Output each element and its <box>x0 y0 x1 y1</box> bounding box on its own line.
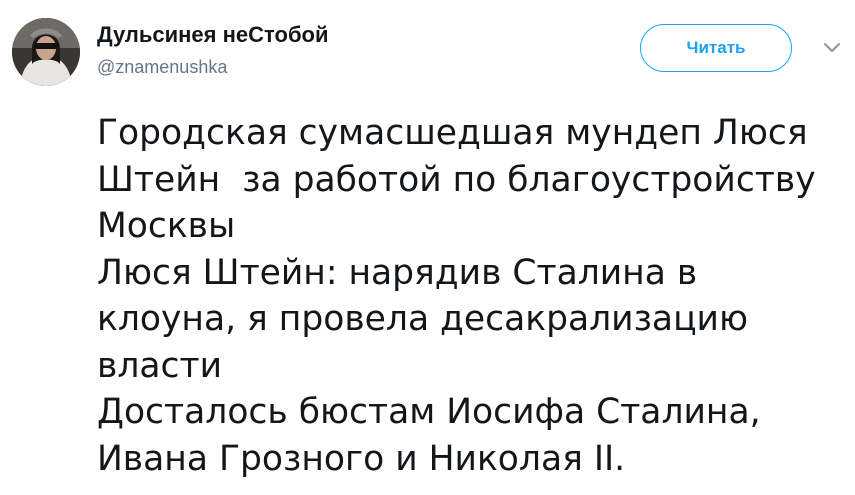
author-handle[interactable]: @znamenushka <box>97 57 227 78</box>
tweet-text-line: Люся Штейн: нарядив Сталина в <box>97 252 698 293</box>
chevron-down-icon[interactable] <box>821 40 843 56</box>
tweet-text-line: Москвы <box>97 206 236 246</box>
avatar[interactable] <box>12 18 80 86</box>
user-avatar-photo-icon <box>12 18 80 86</box>
tweet-text-line: Ивана Грозного и Николая II. <box>97 438 626 479</box>
follow-button[interactable]: Читать <box>640 24 792 72</box>
author-display-name[interactable]: Дульсинея неСтобой <box>97 22 329 48</box>
tweet-text-line: власти <box>97 345 223 386</box>
tweet-text-line: Городская сумасшедшая мундеп Люся <box>97 113 808 153</box>
tweet-text: Городская сумасшедшая мундеп Люся Штейн … <box>97 110 847 482</box>
tweet-text-line: клоуна, я провела десакрализацию <box>97 299 749 339</box>
tweet-card: Дульсинея неСтобой @znamenushka Читать Г… <box>0 0 855 495</box>
tweet-text-line: Досталось бюстам Иосифа Сталина, <box>97 392 761 432</box>
tweet-text-line: Штейн за работой по благоустройству <box>97 159 816 200</box>
